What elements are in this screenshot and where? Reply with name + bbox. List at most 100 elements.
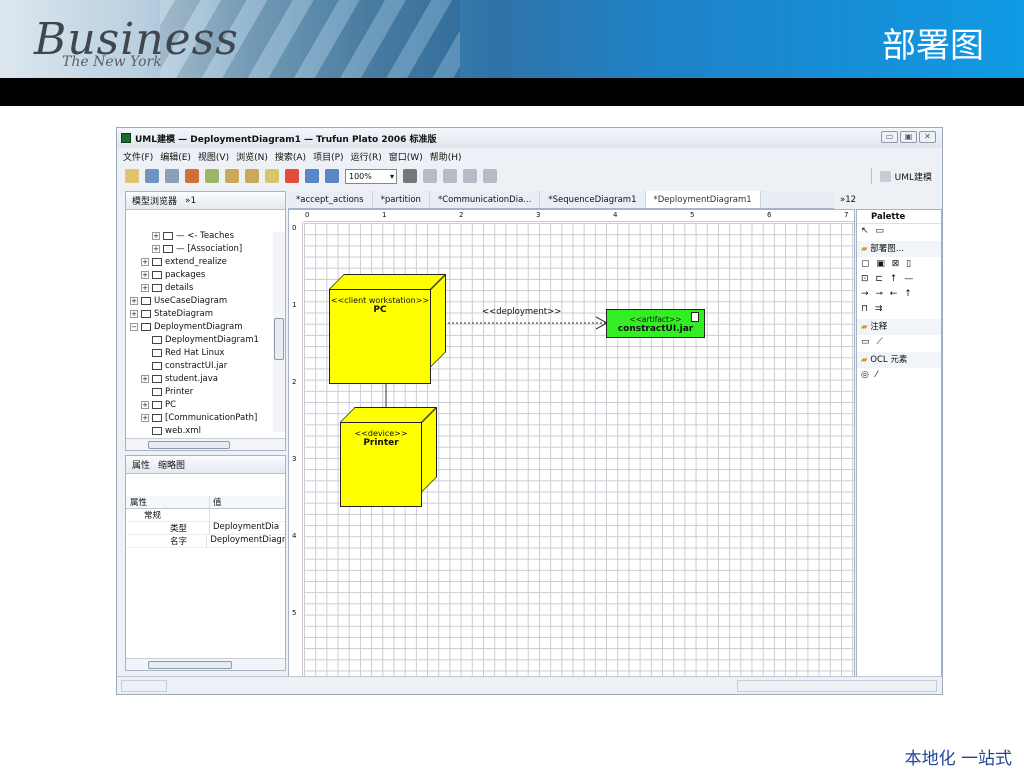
zoom-select[interactable]: 100%	[345, 168, 397, 184]
tree-node-icon	[163, 231, 173, 240]
menu-item[interactable]: 运行(R)	[351, 150, 382, 163]
layout-icon[interactable]	[463, 169, 477, 183]
property-value: DeploymentDiagra	[210, 535, 285, 545]
window-title: UML建模 — DeploymentDiagram1 — Trufun Plat…	[135, 134, 437, 145]
palette-selection-tools[interactable]: ↖ ▭	[857, 224, 941, 239]
tree-item[interactable]: + — <- Teaches	[126, 230, 285, 243]
tree-item-label: student.java	[165, 374, 219, 384]
delete-icon[interactable]	[285, 169, 299, 183]
tree-item[interactable]: DeploymentDiagram1	[126, 334, 285, 347]
zoom-out-icon[interactable]	[325, 169, 339, 183]
tree-item[interactable]: Printer	[126, 386, 285, 399]
expander-icon[interactable]: +	[141, 400, 149, 409]
close-button[interactable]: ✕	[919, 131, 936, 143]
palette-ocl-tools[interactable]: ◎ ⁄	[857, 368, 941, 383]
menu-item[interactable]: 编辑(E)	[160, 150, 191, 163]
zoom-in-icon[interactable]	[305, 169, 319, 183]
diagram-canvas[interactable]: 01234567 012345 <<deployment>> <<client …	[288, 209, 855, 683]
open-perspective-icon[interactable]	[879, 170, 891, 182]
expander-icon[interactable]: +	[130, 309, 138, 318]
print-icon[interactable]	[165, 169, 179, 183]
expander-icon[interactable]: +	[152, 231, 160, 240]
tree-item[interactable]: + student.java	[126, 373, 285, 386]
editor-tab[interactable]: *partition	[373, 191, 430, 208]
expander-icon[interactable]: +	[141, 413, 149, 422]
slide-footer: 本地化 一站式	[904, 749, 1012, 769]
expander-icon[interactable]: +	[130, 296, 138, 305]
editor-tab[interactable]: *SequenceDiagram1	[540, 191, 646, 208]
expander-icon[interactable]: −	[130, 322, 138, 331]
tree-item[interactable]: + packages	[126, 269, 285, 282]
arrange-icon[interactable]	[483, 169, 497, 183]
properties-table: 属性 值 常规 类型 DeploymentDia 名字 DeploymentDiagr…	[126, 496, 285, 548]
slide-banner: Business The New York 部署图	[0, 0, 1024, 78]
distribute-icon[interactable]	[443, 169, 457, 183]
menu-item[interactable]: 浏览(N)	[236, 150, 268, 163]
palette-section-notes[interactable]: ▰ 注释	[857, 319, 941, 335]
tree-item[interactable]: − DeploymentDiagram	[126, 321, 285, 334]
explorer-overflow-tab[interactable]: »1	[185, 196, 196, 206]
tree-item[interactable]: + details	[126, 282, 285, 295]
tree-item[interactable]: + [CommunicationPath]	[126, 412, 285, 425]
property-group-row[interactable]: 常规	[126, 509, 285, 522]
editor-tab-overflow[interactable]: »12	[834, 191, 942, 209]
expander-icon[interactable]: +	[141, 374, 149, 383]
expander-icon[interactable]: +	[152, 244, 160, 253]
tree-node-icon	[152, 361, 162, 370]
property-row[interactable]: 名字 DeploymentDiagra	[126, 535, 285, 548]
property-row[interactable]: 类型 DeploymentDia	[126, 522, 285, 535]
menu-item[interactable]: 帮助(H)	[430, 150, 462, 163]
properties-horizontal-scrollbar[interactable]	[126, 658, 285, 670]
menu-item[interactable]: 项目(P)	[313, 150, 343, 163]
align-icon[interactable]	[423, 169, 437, 183]
lock-icon[interactable]	[403, 169, 417, 183]
menu-item[interactable]: 视图(V)	[198, 150, 229, 163]
back-arrow-icon[interactable]	[225, 169, 239, 183]
tree-item[interactable]: constractUI.jar	[126, 360, 285, 373]
tree-item[interactable]: web.xml	[126, 425, 285, 438]
explorer-vertical-scrollbar[interactable]	[273, 232, 285, 432]
palette-deploy-tools-2[interactable]: ⊡ ⊏ ↑ —	[857, 272, 941, 287]
debug-icon[interactable]	[185, 169, 199, 183]
palette-header: Palette	[857, 210, 941, 224]
perspective-label[interactable]: UML建模	[895, 170, 932, 183]
maximize-button[interactable]: ▣	[900, 131, 917, 143]
expander-icon[interactable]: +	[141, 257, 149, 266]
save-icon[interactable]	[145, 169, 159, 183]
editor-tab[interactable]: *accept_actions	[288, 191, 373, 208]
forward-arrow-icon[interactable]	[245, 169, 259, 183]
properties-tab[interactable]: 属性	[132, 458, 150, 471]
menu-item[interactable]: 窗口(W)	[389, 150, 423, 163]
thumbnail-tab[interactable]: 缩略图	[158, 458, 185, 471]
artifact-node[interactable]: <<artifact>> constractUI.jar	[606, 309, 705, 338]
check-icon[interactable]	[265, 169, 279, 183]
tree-item[interactable]: + StateDiagram	[126, 308, 285, 321]
palette-deploy-tools-4[interactable]: ⊓ ⇉	[857, 302, 941, 317]
palette-deploy-tools-1[interactable]: ▢ ▣ ⊠ ▯	[857, 257, 941, 272]
properties-header: 属性 值	[126, 496, 285, 509]
tree-item[interactable]: + PC	[126, 399, 285, 412]
property-column-header: 属性	[126, 496, 210, 508]
editor-tab[interactable]: *DeploymentDiagram1	[645, 191, 761, 208]
menu-item[interactable]: 搜索(A)	[275, 150, 306, 163]
perspective-switcher[interactable]: UML建模	[870, 168, 932, 184]
editor-tab[interactable]: *CommunicationDia...	[430, 191, 541, 208]
palette-deploy-tools-3[interactable]: → ⊸ ← ↑	[857, 287, 941, 302]
new-icon[interactable]	[125, 169, 139, 183]
tree-item[interactable]: + extend_realize	[126, 256, 285, 269]
tree-item[interactable]: Red Hat Linux	[126, 347, 285, 360]
expander-icon[interactable]: +	[141, 270, 149, 279]
tree-item[interactable]: + — [Association]	[126, 243, 285, 256]
palette-note-tools[interactable]: ▭ ⟋	[857, 335, 941, 350]
tree-item[interactable]: + UseCaseDiagram	[126, 295, 285, 308]
minimize-button[interactable]: ▭	[881, 131, 898, 143]
property-name: 类型	[126, 522, 210, 534]
explorer-horizontal-scrollbar[interactable]	[126, 438, 285, 450]
palette-section-deployment[interactable]: ▰ 部署图...	[857, 241, 941, 257]
model-explorer-tab[interactable]: 模型浏览器	[132, 194, 177, 207]
expander-icon[interactable]: +	[141, 283, 149, 292]
palette-section-ocl[interactable]: ▰ OCL 元素	[857, 352, 941, 368]
pencil-icon[interactable]	[205, 169, 219, 183]
menu-item[interactable]: 文件(F)	[123, 150, 153, 163]
tree-item-label: details	[165, 283, 194, 293]
